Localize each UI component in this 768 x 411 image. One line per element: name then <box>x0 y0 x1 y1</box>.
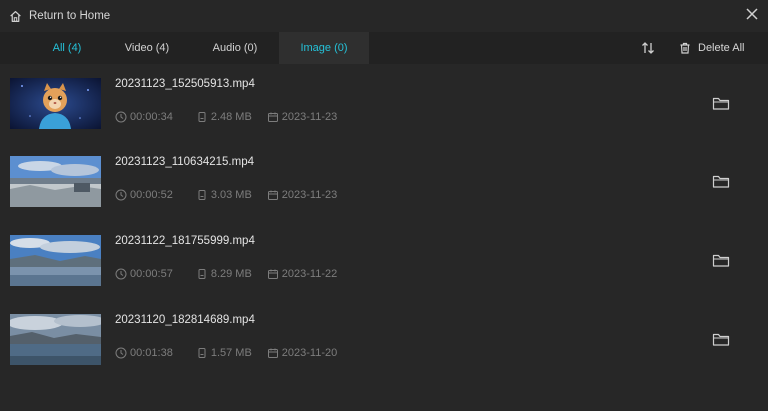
file-date-value: 2023-11-22 <box>281 268 338 280</box>
file-size-value: 1.57 MB <box>210 347 252 359</box>
tab-image[interactable]: Image (0) <box>279 32 369 64</box>
file-date: 2023-11-23 <box>267 189 337 201</box>
tab-all[interactable]: All (4) <box>36 32 98 64</box>
file-date-value: 2023-11-20 <box>281 347 338 359</box>
title-bar: Return to Home <box>0 0 768 32</box>
file-name: 20231123_110634215.mp4 <box>115 156 254 168</box>
file-meta: 00:00:52 3.03 MB 2023-11-23 <box>115 188 348 202</box>
file-size-value: 2.48 MB <box>210 111 252 123</box>
file-name: 20231122_181755999.mp4 <box>115 235 255 247</box>
duration-value: 00:00:57 <box>130 268 173 280</box>
calendar-icon <box>267 269 278 279</box>
video-thumbnail[interactable] <box>10 156 101 207</box>
folder-icon <box>712 333 730 346</box>
duration: 00:01:38 <box>115 347 173 359</box>
open-folder-button[interactable] <box>711 251 731 269</box>
file-size: 1.57 MB <box>196 347 252 359</box>
list-item[interactable]: 20231123_152505913.mp4 00:00:34 2.48 MB … <box>0 64 768 142</box>
file-size-icon <box>198 269 206 279</box>
tab-audio-label: Audio (0) <box>212 42 258 54</box>
file-size-icon <box>198 190 206 200</box>
clock-icon <box>115 189 127 201</box>
calendar-icon <box>267 348 278 358</box>
folder-icon <box>712 97 730 110</box>
landscape-thumbnail <box>10 314 101 365</box>
file-size: 8.29 MB <box>196 268 252 280</box>
file-size-icon <box>198 348 206 358</box>
open-folder-button[interactable] <box>711 94 731 112</box>
list-item[interactable]: 20231120_182814689.mp4 00:01:38 1.57 MB … <box>0 300 768 378</box>
duration: 00:00:52 <box>115 189 173 201</box>
file-date-value: 2023-11-23 <box>281 111 338 123</box>
clock-icon <box>115 268 127 280</box>
delete-all-label: Delete All <box>698 42 745 54</box>
duration: 00:00:34 <box>115 111 173 123</box>
file-size: 3.03 MB <box>196 189 252 201</box>
open-folder-button[interactable] <box>711 330 731 348</box>
sort-icon <box>642 42 654 54</box>
close-icon <box>746 8 758 20</box>
tab-all-label: All (4) <box>52 42 82 54</box>
tab-image-label: Image (0) <box>300 42 348 54</box>
landscape-thumbnail <box>10 156 101 207</box>
list-item[interactable]: 20231123_110634215.mp4 00:00:52 3.03 MB … <box>0 142 768 220</box>
calendar-icon <box>267 190 278 200</box>
duration-value: 00:01:38 <box>130 347 173 359</box>
video-thumbnail[interactable] <box>10 235 101 286</box>
return-home-button[interactable]: Return to Home <box>9 7 110 25</box>
tab-audio[interactable]: Audio (0) <box>200 32 270 64</box>
video-thumbnail[interactable] <box>10 78 101 129</box>
sort-button[interactable] <box>640 40 656 56</box>
list-item[interactable]: 20231122_181755999.mp4 00:00:57 8.29 MB … <box>0 221 768 299</box>
file-date: 2023-11-20 <box>267 347 337 359</box>
cat-avatar-thumbnail <box>10 78 101 129</box>
close-button[interactable] <box>742 4 762 24</box>
clock-icon <box>115 111 127 123</box>
file-size-value: 3.03 MB <box>210 189 252 201</box>
delete-all-button[interactable]: Delete All <box>679 39 744 57</box>
file-meta: 00:00:34 2.48 MB 2023-11-23 <box>115 110 348 124</box>
folder-icon <box>712 254 730 267</box>
video-thumbnail[interactable] <box>10 314 101 365</box>
clock-icon <box>115 347 127 359</box>
folder-icon <box>712 175 730 188</box>
open-folder-button[interactable] <box>711 172 731 190</box>
file-size-value: 8.29 MB <box>210 268 252 280</box>
tab-video[interactable]: Video (4) <box>113 32 181 64</box>
duration: 00:00:57 <box>115 268 173 280</box>
file-name: 20231123_152505913.mp4 <box>115 78 255 90</box>
calendar-icon <box>267 112 278 122</box>
file-size: 2.48 MB <box>196 111 252 123</box>
return-home-label: Return to Home <box>29 10 111 22</box>
duration-value: 00:00:34 <box>130 111 173 123</box>
file-size-icon <box>198 112 206 122</box>
file-meta: 00:01:38 1.57 MB 2023-11-20 <box>115 346 348 360</box>
home-icon <box>10 10 21 22</box>
landscape-thumbnail <box>10 235 101 286</box>
file-date-value: 2023-11-23 <box>281 189 338 201</box>
file-name: 20231120_182814689.mp4 <box>115 314 255 326</box>
file-meta: 00:00:57 8.29 MB 2023-11-22 <box>115 267 348 281</box>
trash-icon <box>680 42 690 54</box>
tab-video-label: Video (4) <box>124 42 170 54</box>
recording-list: 20231123_152505913.mp4 00:00:34 2.48 MB … <box>0 64 768 411</box>
file-date: 2023-11-23 <box>267 111 337 123</box>
file-date: 2023-11-22 <box>267 268 337 280</box>
duration-value: 00:00:52 <box>130 189 173 201</box>
